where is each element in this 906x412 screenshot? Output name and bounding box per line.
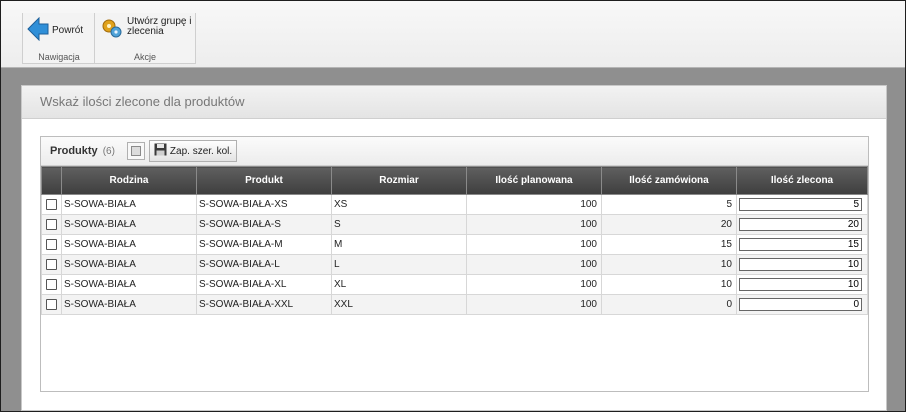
column-header-size[interactable]: Rozmiar [331,166,467,195]
cell-size: S [331,214,467,235]
ribbon-toolbar: Powrót Nawigacja Utwórz grupę i zlecenia… [1,1,905,68]
ribbon-group-label: Nawigacja [38,52,80,62]
commissioned-qty-input[interactable] [739,238,862,251]
row-select-cell [41,294,62,315]
main-panel: Wskaż ilości zlecone dla produktów Produ… [21,85,887,411]
row-checkbox[interactable] [46,258,57,270]
table-row: S-SOWA-BIAŁA S-SOWA-BIAŁA-M M 100 15 [41,234,868,255]
table-row: S-SOWA-BIAŁA S-SOWA-BIAŁA-XS XS 100 5 [41,194,868,215]
back-button-label: Powrót [52,25,84,36]
cell-commissioned-qty [736,194,868,215]
table-row: S-SOWA-BIAŁA S-SOWA-BIAŁA-XL XL 100 10 [41,274,868,295]
cell-ordered-qty: 0 [601,294,737,315]
app-window: Powrót Nawigacja Utwórz grupę i zlecenia… [1,1,905,411]
cell-family: S-SOWA-BIAŁA [61,294,197,315]
cell-ordered-qty: 10 [601,274,737,295]
grid-toolbar: Produkty (6) Zap. szer. kol. [41,137,868,166]
cell-product: S-SOWA-BIAŁA-XXL [196,294,332,315]
commissioned-qty-input[interactable] [739,218,862,231]
cell-product: S-SOWA-BIAŁA-S [196,214,332,235]
row-checkbox[interactable] [46,218,57,230]
cell-size: XS [331,194,467,215]
products-table: Rodzina Produkt Rozmiar Ilość planowana … [41,166,868,315]
cell-commissioned-qty [736,214,868,235]
column-header-planned-qty[interactable]: Ilość planowana [466,166,602,195]
cell-commissioned-qty [736,294,868,315]
row-checkbox[interactable] [46,198,57,210]
grid-title: Produkty [50,145,98,157]
cell-family: S-SOWA-BIAŁA [61,234,197,255]
column-header-family[interactable]: Rodzina [61,166,197,195]
cell-size: L [331,254,467,275]
cell-size: XL [331,274,467,295]
row-select-cell [41,194,62,215]
table-row: S-SOWA-BIAŁA S-SOWA-BIAŁA-S S 100 20 [41,214,868,235]
create-group-and-orders-button[interactable]: Utwórz grupę i zlecenia [101,17,199,42]
cell-planned-qty: 100 [466,254,602,275]
cell-product: S-SOWA-BIAŁA-L [196,254,332,275]
cell-family: S-SOWA-BIAŁA [61,254,197,275]
cell-family: S-SOWA-BIAŁA [61,194,197,215]
cell-size: M [331,234,467,255]
cell-family: S-SOWA-BIAŁA [61,274,197,295]
gears-icon [101,17,123,42]
row-checkbox[interactable] [46,238,57,250]
panel-title: Wskaż ilości zlecone dla produktów [22,86,886,119]
column-header-commissioned-qty[interactable]: Ilość zlecona [736,166,868,195]
cell-product: S-SOWA-BIAŁA-XS [196,194,332,215]
cell-family: S-SOWA-BIAŁA [61,214,197,235]
row-checkbox[interactable] [46,278,57,290]
cell-planned-qty: 100 [466,214,602,235]
table-header-row: Rodzina Produkt Rozmiar Ilość planowana … [41,166,868,195]
grid-count: (6) [102,145,115,157]
cell-ordered-qty: 15 [601,234,737,255]
cell-commissioned-qty [736,234,868,255]
arrow-left-icon [27,16,49,44]
cell-size: XXL [331,294,467,315]
cell-planned-qty: 100 [466,294,602,315]
commissioned-qty-input[interactable] [739,278,862,291]
row-select-cell [41,214,62,235]
save-column-widths-button[interactable]: Zap. szer. kol. [148,140,238,162]
save-column-widths-label: Zap. szer. kol. [169,145,233,157]
column-header-ordered-qty[interactable]: Ilość zamówiona [601,166,737,195]
cell-planned-qty: 100 [466,194,602,215]
floppy-disk-icon [154,143,167,159]
cell-product: S-SOWA-BIAŁA-XL [196,274,332,295]
table-row: S-SOWA-BIAŁA S-SOWA-BIAŁA-XXL XXL 100 0 [41,294,868,315]
column-header-product[interactable]: Produkt [196,166,332,195]
table-row: S-SOWA-BIAŁA S-SOWA-BIAŁA-L L 100 10 [41,254,868,275]
columns-icon[interactable] [126,142,145,160]
row-select-cell [41,274,62,295]
cell-planned-qty: 100 [466,274,602,295]
cell-commissioned-qty [736,274,868,295]
commissioned-qty-input[interactable] [739,298,862,311]
row-select-cell [41,234,62,255]
ribbon-group-label: Akcje [133,52,156,62]
cell-ordered-qty: 5 [601,194,737,215]
row-checkbox[interactable] [46,298,57,310]
products-grid: Produkty (6) Zap. szer. kol. Rodzina Pro… [40,136,869,392]
commissioned-qty-input[interactable] [739,198,862,211]
back-button[interactable]: Powrót [27,16,84,44]
column-header-select [41,166,62,195]
cell-commissioned-qty [736,254,868,275]
ribbon-group-navigation: Powrót Nawigacja [22,13,96,64]
commissioned-qty-input[interactable] [739,258,862,271]
cell-ordered-qty: 20 [601,214,737,235]
create-group-and-orders-label: Utwórz grupę i zlecenia [127,16,192,37]
row-select-cell [41,254,62,275]
ribbon-group-actions: Utwórz grupę i zlecenia Akcje [94,13,196,64]
cell-ordered-qty: 10 [601,254,737,275]
cell-planned-qty: 100 [466,234,602,255]
cell-product: S-SOWA-BIAŁA-M [196,234,332,255]
